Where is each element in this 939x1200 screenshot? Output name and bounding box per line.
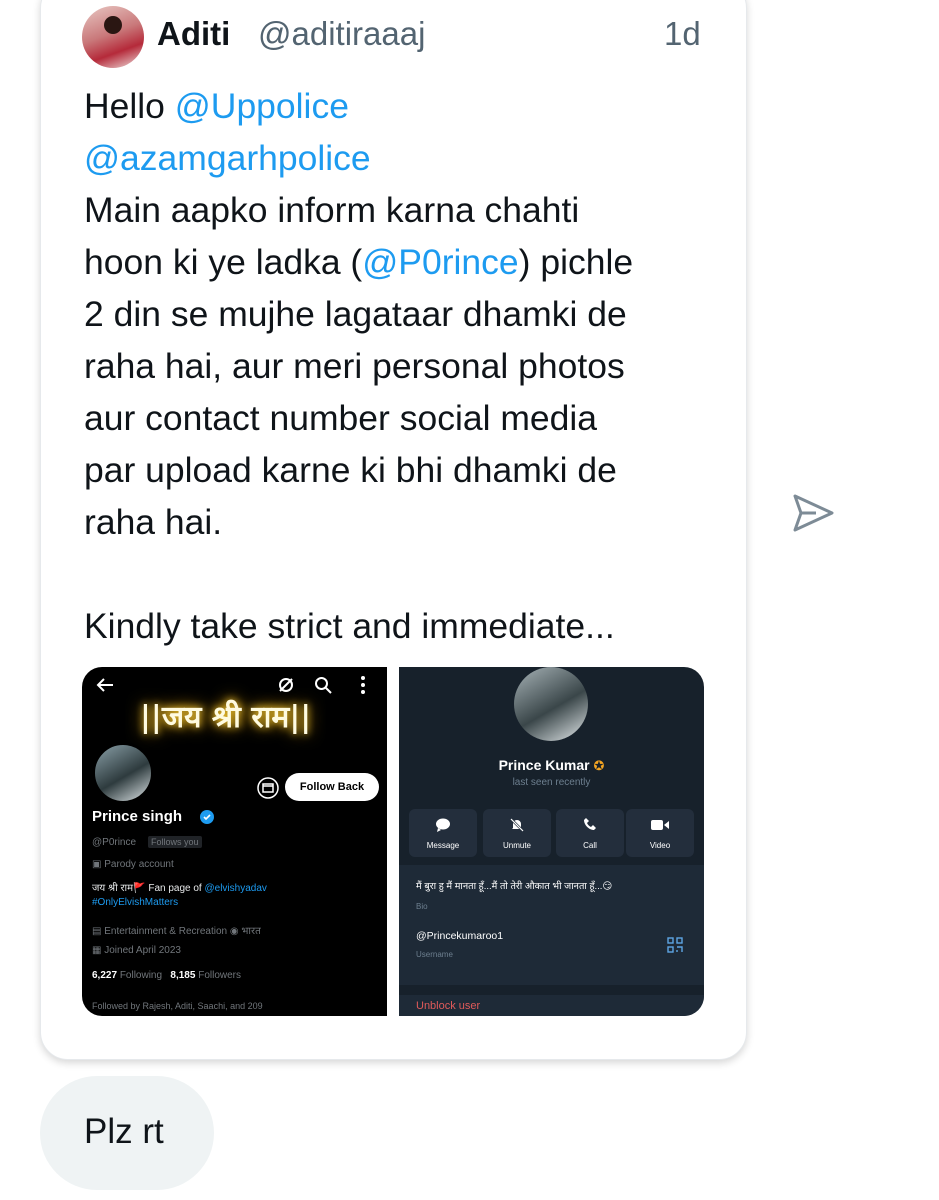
telegram-avatar <box>514 667 588 741</box>
follow-back-button[interactable]: Follow Back <box>285 773 379 801</box>
mention-link[interactable]: @azamgarhpolice <box>84 138 371 178</box>
joined-text: Joined April 2023 <box>104 945 181 956</box>
author-handle[interactable]: @aditiraaaj <box>258 14 425 54</box>
author-name[interactable]: Aditi <box>157 14 230 54</box>
followed-by: Followed by Rajesh, Aditi, Saachi, and 2… <box>92 1001 263 1011</box>
sync-icon <box>279 678 293 692</box>
following-count: 6,227 <box>92 970 118 981</box>
qr-code-icon[interactable] <box>667 937 683 953</box>
video-icon <box>651 820 669 830</box>
verified-badge-icon: ✪ <box>593 758 605 773</box>
author-avatar[interactable] <box>82 6 144 68</box>
tweet-text: Hello @Uppolice @azamgarhpolice Main aap… <box>84 80 724 652</box>
message-button[interactable]: Message <box>409 809 477 857</box>
mention-link[interactable]: @Uppolice <box>175 86 349 126</box>
message-label: Message <box>426 841 460 850</box>
text-line: raha hai. <box>84 502 223 542</box>
reply-bubble[interactable]: Plz rt <box>40 1076 214 1190</box>
category: Entertainment & Recreation <box>104 926 228 937</box>
following-label: Following <box>119 970 163 981</box>
location: भारत <box>241 926 261 937</box>
mention-link[interactable]: @P0rince <box>362 242 518 282</box>
back-arrow-icon <box>96 678 113 692</box>
telegram-screenshot[interactable]: Prince Kumar ✪ last seen recently Messag… <box>399 667 704 1016</box>
mute-icon <box>510 818 524 832</box>
text-line: aur contact number social media <box>84 398 598 438</box>
bio-label: Bio <box>416 902 428 911</box>
video-label: Video <box>649 841 671 850</box>
profile-avatar <box>92 742 154 804</box>
text-line: raha hai, aur meri personal photos <box>84 346 625 386</box>
telegram-name-row: Prince Kumar ✪ <box>399 757 704 774</box>
message-icon <box>436 818 450 832</box>
profile-bio: जय श्री राम🚩 Fan page of @elvishyadav <box>92 880 267 894</box>
video-button[interactable]: Video <box>626 809 694 857</box>
bio-hashtag[interactable]: #OnlyElvishMatters <box>92 897 178 908</box>
section-divider <box>399 985 704 995</box>
bio-mention[interactable]: @elvishyadav <box>205 883 267 894</box>
profile-screenshot[interactable]: ||जय श्री राम|| Follow Back Prince singh… <box>82 667 387 1016</box>
followers-count: 8,185 <box>170 970 196 981</box>
send-icon[interactable] <box>790 490 836 536</box>
joined-date: ▦ Joined April 2023 <box>92 945 181 956</box>
telegram-name: Prince Kumar <box>498 757 590 773</box>
telegram-status: last seen recently <box>512 777 591 788</box>
search-icon <box>315 677 332 694</box>
text-fragment: hoon ki ye ladka ( <box>84 242 363 282</box>
followers-label: Followers <box>198 970 242 981</box>
profile-handle: @P0rince <box>92 837 137 848</box>
text-fragment: Hello <box>84 86 175 126</box>
text-fragment: ) pichle <box>518 242 634 282</box>
banner-text: ||जय श्री राम|| <box>140 700 312 735</box>
username-label: Username <box>416 950 453 959</box>
parody-label: ▣ Parody account <box>92 859 174 870</box>
more-icon <box>361 676 365 694</box>
text-line: par upload karne ki bhi dhamki de <box>84 450 617 490</box>
bio-text: जय श्री राम🚩 Fan page of <box>92 883 205 894</box>
unmute-label: Unmute <box>502 841 531 850</box>
message-icon <box>257 777 279 799</box>
verified-badge-icon <box>200 810 214 824</box>
call-label: Call <box>583 841 597 850</box>
profile-name: Prince singh <box>92 808 183 825</box>
text-line: Main aapko inform karna chahti <box>84 190 580 230</box>
follows-you-badge: Follows you <box>148 836 202 848</box>
follow-stats[interactable]: 6,227 Following 8,185 Followers <box>92 970 241 981</box>
call-icon <box>584 818 596 830</box>
call-button[interactable]: Call <box>556 809 624 857</box>
unmute-button[interactable]: Unmute <box>483 809 551 857</box>
text-line: Kindly take strict and immediate... <box>84 606 615 646</box>
tweet-time: 1d <box>664 15 701 52</box>
telegram-username[interactable]: @Princekumaroo1 <box>416 930 503 942</box>
reply-text: Plz rt <box>84 1112 164 1151</box>
profile-meta: ▤ Entertainment & Recreation ◉ भारत <box>92 926 261 937</box>
text-line: 2 din se mujhe lagataar dhamki de <box>84 294 627 334</box>
parody-text: Parody account <box>104 859 174 870</box>
unblock-user-button[interactable]: Unblock user <box>416 1000 480 1012</box>
telegram-bio: मैं बुरा हु मैं मानता हूँ...मैं तो तेरी … <box>416 881 613 892</box>
